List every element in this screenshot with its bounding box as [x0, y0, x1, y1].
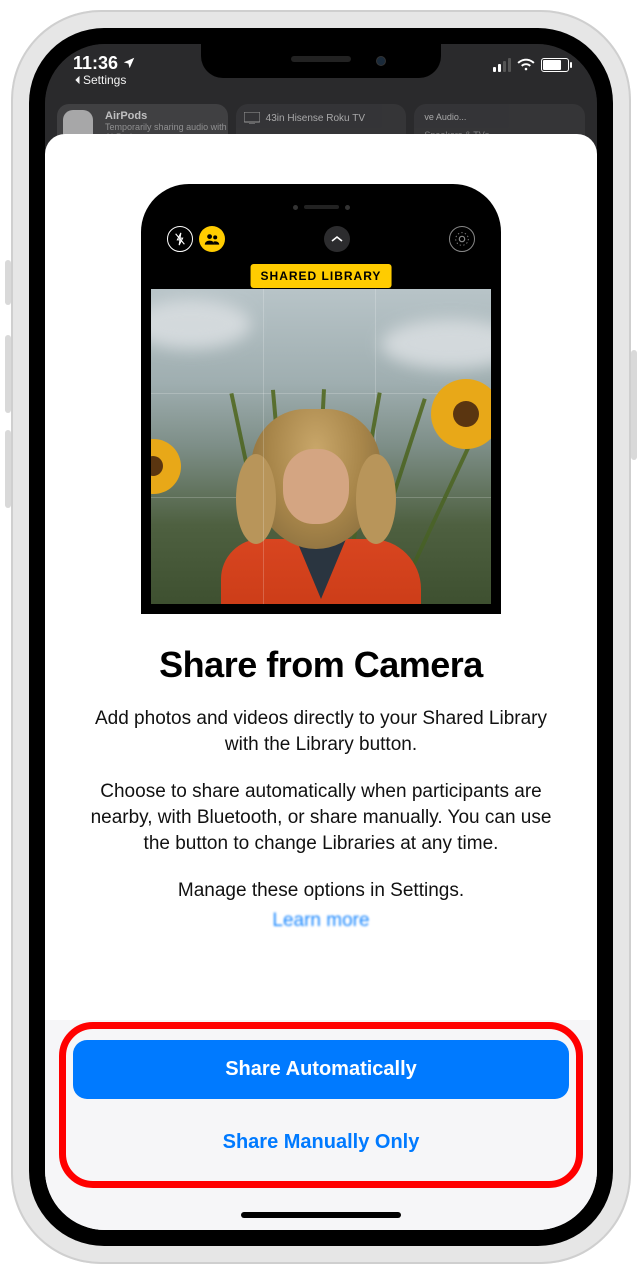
- live-photo-icon: [449, 226, 475, 252]
- volume-up: [5, 335, 11, 413]
- camera-viewfinder: [151, 289, 491, 604]
- screen-bezel: 11:36 Settings: [29, 28, 613, 1246]
- chevron-up-icon: [324, 226, 350, 252]
- wifi-icon: [517, 58, 535, 72]
- device-notch: [201, 44, 441, 78]
- bottom-button-bar: Share Automatically Share Manually Only: [45, 1020, 597, 1230]
- home-indicator[interactable]: [241, 1212, 401, 1218]
- learn-more-link[interactable]: Learn more: [272, 910, 369, 931]
- tv-icon: [244, 112, 260, 124]
- battery-icon: [541, 58, 569, 72]
- inner-notch: [256, 194, 386, 220]
- mute-switch: [5, 260, 11, 305]
- share-automatically-button[interactable]: Share Automatically: [73, 1040, 569, 1099]
- chevron-left-icon: [73, 75, 81, 85]
- location-arrow-icon: [122, 56, 136, 70]
- page-title: Share from Camera: [81, 644, 561, 686]
- modal-sheet: SHARED LIBRARY: [45, 134, 597, 1230]
- hero-illustration: SHARED LIBRARY: [45, 134, 597, 614]
- description-p1: Add photos and videos directly to your S…: [81, 706, 561, 757]
- person-photo: [221, 409, 411, 604]
- flash-off-icon: [167, 226, 193, 252]
- inner-phone-frame: SHARED LIBRARY: [141, 184, 501, 614]
- screen: 11:36 Settings: [45, 44, 597, 1230]
- share-manually-button[interactable]: Share Manually Only: [73, 1113, 569, 1172]
- sheet-content: Share from Camera Add photos and videos …: [45, 614, 597, 932]
- status-time: 11:36: [73, 54, 136, 73]
- shared-library-badge: SHARED LIBRARY: [251, 264, 392, 288]
- camera-top-bar: [151, 226, 491, 252]
- shared-library-toggle-icon: [199, 226, 225, 252]
- description-p3: Manage these options in Settings.: [81, 878, 561, 904]
- volume-down: [5, 430, 11, 508]
- device-frame: 11:36 Settings: [11, 10, 631, 1264]
- breadcrumb-back[interactable]: Settings: [73, 74, 136, 87]
- description-p2: Choose to share automatically when parti…: [81, 779, 561, 856]
- power-button: [631, 350, 637, 460]
- cellular-signal-icon: [493, 58, 511, 72]
